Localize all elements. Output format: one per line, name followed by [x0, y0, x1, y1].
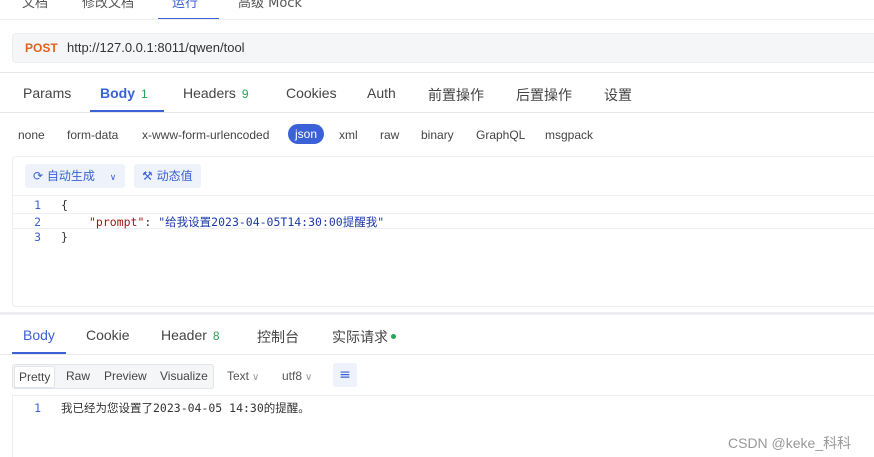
format-value: Text — [227, 369, 250, 383]
tab-docs[interactable]: 文档 — [22, 0, 48, 11]
wrap-icon: ≡ — [339, 367, 351, 383]
body-type-xml[interactable]: xml — [339, 128, 358, 142]
chevron-down-icon: ∨ — [305, 372, 313, 383]
panel-splitter[interactable] — [0, 312, 874, 315]
response-tab-actual-request[interactable]: 实际请求 — [332, 327, 396, 347]
response-text: 我已经为您设置了2023-04-05 14:30的提醒。 — [61, 401, 310, 415]
divider — [13, 195, 874, 196]
code-line[interactable]: 3 } — [13, 229, 874, 245]
tab-label: 实际请求 — [332, 329, 388, 345]
tab-advanced-mock[interactable]: 高级 Mock — [238, 0, 302, 11]
body-type-raw[interactable]: raw — [380, 128, 399, 142]
tab-label: Headers — [183, 85, 236, 101]
word-wrap-button[interactable]: ≡ — [333, 363, 357, 387]
view-preview[interactable]: Preview — [104, 369, 147, 383]
code-text: "prompt": "给我设置2023-04-05T14:30:00提醒我" — [89, 214, 384, 230]
top-tab-bar: 文档 修改文档 运行 高级 Mock — [0, 0, 874, 20]
tab-post-actions[interactable]: 后置操作 — [516, 85, 572, 105]
code-line[interactable]: 2 "prompt": "给我设置2023-04-05T14:30:00提醒我" — [13, 213, 874, 229]
view-raw[interactable]: Raw — [66, 369, 90, 383]
divider — [0, 354, 874, 355]
tab-label: 设置 — [604, 87, 632, 103]
view-mode-group: Pretty Raw Preview Visualize — [12, 364, 214, 389]
count-badge: 8 — [212, 329, 220, 343]
format-select[interactable]: Text ∨ — [227, 369, 259, 383]
status-dot-icon — [391, 333, 396, 339]
tab-label: Auth — [367, 85, 396, 101]
response-tab-console[interactable]: 控制台 — [257, 327, 299, 347]
json-value: "给我设置2023-04-05T14:30:00提醒我" — [158, 215, 385, 229]
divider — [0, 112, 874, 113]
body-type-json[interactable]: json — [288, 124, 325, 144]
http-method[interactable]: POST — [25, 41, 58, 55]
count-badge: 1 — [141, 87, 148, 101]
url-input[interactable]: http://127.0.0.1:8011/qwen/tool — [67, 40, 245, 55]
tab-pre-actions[interactable]: 前置操作 — [428, 85, 484, 105]
tab-label: Params — [23, 85, 72, 101]
tab-run[interactable]: 运行 — [172, 0, 198, 11]
line-number: 2 — [34, 215, 41, 229]
chevron-down-icon: ∨ — [252, 372, 260, 383]
tab-cookies[interactable]: Cookies — [286, 85, 337, 101]
tab-label: Header — [161, 327, 207, 343]
tab-label: 前置操作 — [428, 87, 484, 103]
tab-label: Body — [100, 85, 135, 101]
encoding-value: utf8 — [282, 369, 303, 383]
body-type-none[interactable]: none — [18, 128, 45, 142]
divider — [0, 72, 874, 73]
watermark: CSDN @keke_科科 — [728, 435, 852, 451]
tab-settings[interactable]: 设置 — [604, 85, 632, 105]
line-number: 3 — [34, 230, 41, 244]
dynamic-value-button[interactable]: ⚒ 动态值 — [134, 164, 201, 188]
line-number: 1 — [34, 198, 41, 212]
count-badge: 9 — [241, 87, 249, 101]
response-tab-body[interactable]: Body — [23, 327, 55, 343]
auto-generate-label: 自动生成 — [46, 169, 95, 183]
body-type-msgpack[interactable]: msgpack — [545, 128, 593, 142]
auto-generate-dropdown[interactable]: ∨ — [101, 164, 125, 188]
tab-label: 后置操作 — [516, 87, 572, 103]
tab-edit-docs[interactable]: 修改文档 — [82, 0, 134, 11]
body-type-form-data[interactable]: form-data — [67, 128, 118, 142]
tab-params[interactable]: Params — [23, 85, 71, 101]
code-text: } — [61, 230, 68, 244]
json-body-editor[interactable]: ⟳ 自动生成 ∨ ⚒ 动态值 1 { 2 "prompt": "给我设置2023… — [12, 156, 874, 307]
active-tab-indicator — [158, 18, 219, 19]
body-type-urlencoded[interactable]: x-www-form-urlencoded — [142, 128, 269, 142]
code-line: 1 我已经为您设置了2023-04-05 14:30的提醒。 — [13, 400, 874, 416]
response-tab-header[interactable]: Header 8 — [161, 327, 220, 343]
chevron-down-icon: ∨ — [109, 173, 117, 183]
dynamic-value-label: 动态值 — [156, 169, 193, 183]
code-line[interactable]: 1 { — [13, 197, 874, 213]
tab-headers[interactable]: Headers 9 — [183, 85, 249, 101]
json-colon: : — [144, 215, 159, 229]
code-text: { — [61, 198, 68, 212]
response-tab-cookie[interactable]: Cookie — [86, 327, 130, 343]
request-url-bar[interactable]: POST http://127.0.0.1:8011/qwen/tool — [12, 33, 874, 63]
body-type-graphql[interactable]: GraphQL — [476, 128, 525, 142]
view-pretty[interactable]: Pretty — [14, 366, 56, 388]
encoding-select[interactable]: utf8 ∨ — [282, 369, 312, 383]
view-visualize[interactable]: Visualize — [160, 369, 208, 383]
tab-label: Cookies — [286, 85, 337, 101]
line-number: 1 — [34, 401, 41, 415]
body-type-binary[interactable]: binary — [421, 128, 454, 142]
auto-generate-button[interactable]: ⟳ 自动生成 — [25, 164, 103, 188]
refresh-icon: ⟳ — [33, 169, 44, 183]
tab-body[interactable]: Body 1 — [100, 85, 148, 101]
magic-wand-icon: ⚒ — [142, 169, 153, 183]
json-key: "prompt" — [89, 215, 145, 229]
tab-auth[interactable]: Auth — [367, 85, 396, 101]
